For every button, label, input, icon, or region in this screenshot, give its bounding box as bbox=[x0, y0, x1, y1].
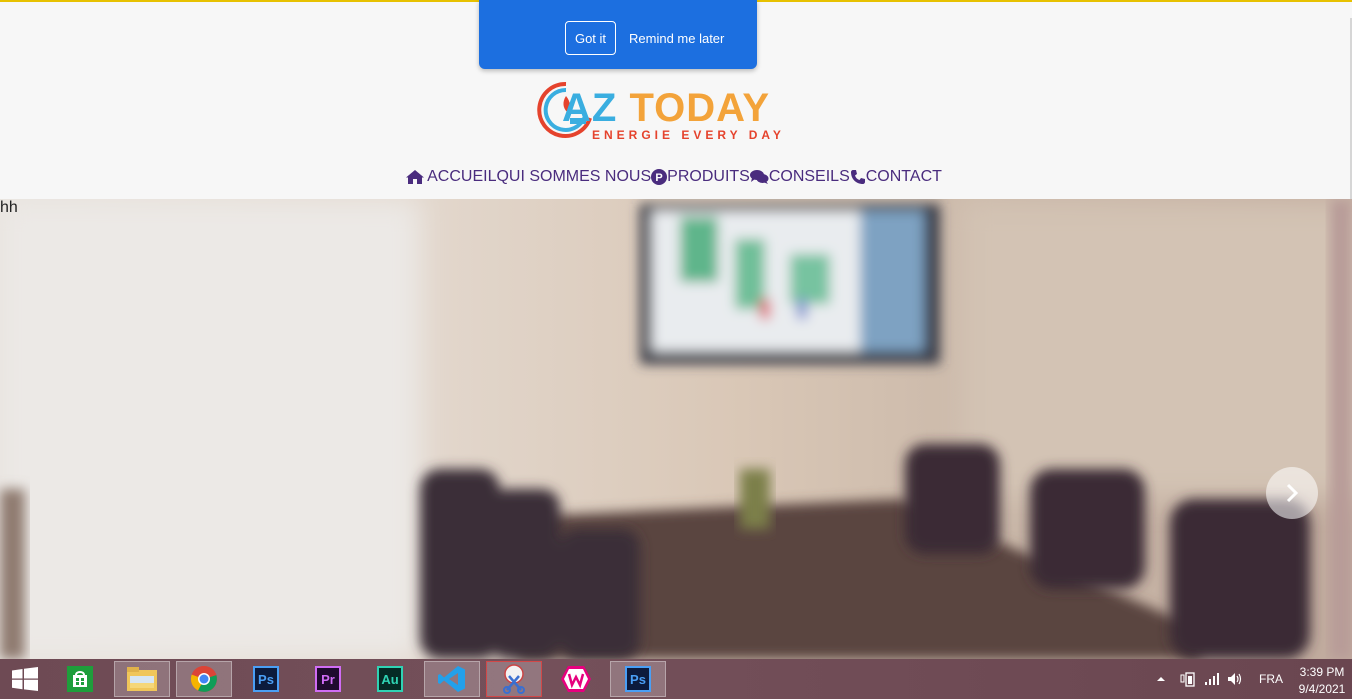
nav-item-accueil[interactable]: ACCUEIL bbox=[405, 168, 496, 186]
windows-logo-icon bbox=[12, 667, 38, 691]
battery-tray[interactable] bbox=[1180, 659, 1196, 699]
premiere-icon: Pr bbox=[315, 666, 341, 692]
got-it-button[interactable]: Got it bbox=[565, 21, 616, 55]
comments-icon bbox=[749, 170, 769, 184]
nav-item-label: CONSEILS bbox=[768, 168, 850, 185]
photoshop-icon: Ps bbox=[253, 666, 279, 692]
taskbar-photoshop[interactable]: Ps bbox=[238, 661, 294, 697]
vscode-icon bbox=[438, 666, 465, 692]
nav-item-qui-sommes-nous[interactable]: QUI SOMMES NOUS bbox=[496, 168, 651, 186]
language-indicator[interactable]: FRA bbox=[1259, 659, 1283, 699]
taskbar-file-explorer[interactable] bbox=[114, 661, 170, 697]
nav-item-label: QUI SOMMES NOUS bbox=[496, 168, 652, 185]
network-tray[interactable] bbox=[1204, 659, 1220, 699]
logo-tagline: ENERGIE EVERY DAY bbox=[592, 128, 785, 142]
logo-text-today: TODAY bbox=[629, 86, 771, 130]
folder-icon bbox=[127, 667, 157, 691]
notification-banner: Got it Remind me later bbox=[479, 0, 757, 69]
chrome-icon bbox=[190, 665, 217, 692]
svg-text:P: P bbox=[655, 172, 662, 184]
nav-item-contact[interactable]: CONTACT bbox=[850, 168, 942, 186]
start-button[interactable] bbox=[0, 661, 50, 697]
chevron-right-icon bbox=[1286, 483, 1299, 503]
taskbar-clock[interactable]: 3:39 PM 9/4/2021 bbox=[1296, 664, 1348, 698]
taskbar-chrome[interactable] bbox=[176, 661, 232, 697]
taskbar-photoshop-2[interactable]: Ps bbox=[610, 661, 666, 697]
main-nav: ACCUEIL QUI SOMMES NOUS P PRODUITS CONSE… bbox=[0, 168, 1352, 186]
signal-icon bbox=[1205, 673, 1219, 685]
logo-text-az: AZ bbox=[562, 86, 618, 130]
taskbar-vscode[interactable] bbox=[424, 661, 480, 697]
battery-icon bbox=[1180, 672, 1195, 687]
clock-time: 3:39 PM bbox=[1299, 665, 1345, 679]
windows-taskbar: Ps Pr Au Ps FRA bbox=[0, 659, 1352, 699]
taskbar-snipping-tool[interactable] bbox=[486, 661, 542, 697]
speaker-icon bbox=[1228, 673, 1242, 685]
taskbar-wamp[interactable] bbox=[548, 661, 604, 697]
taskbar-audition[interactable]: Au bbox=[362, 661, 418, 697]
store-icon bbox=[67, 666, 93, 692]
remind-me-later-button[interactable]: Remind me later bbox=[629, 21, 724, 55]
nav-item-conseils[interactable]: CONSEILS bbox=[749, 168, 850, 186]
scissors-icon bbox=[503, 664, 525, 694]
photoshop-icon: Ps bbox=[625, 666, 651, 692]
wamp-icon bbox=[561, 666, 591, 692]
taskbar-store[interactable] bbox=[52, 661, 108, 697]
nav-item-label: PRODUITS bbox=[667, 168, 750, 185]
hero-slider bbox=[0, 199, 1352, 659]
phone-icon bbox=[850, 170, 865, 184]
taskbar-premiere[interactable]: Pr bbox=[300, 661, 356, 697]
nav-item-produits[interactable]: P PRODUITS bbox=[651, 168, 750, 186]
volume-tray[interactable] bbox=[1227, 659, 1243, 699]
audition-icon: Au bbox=[377, 666, 403, 692]
hero-blurred-image bbox=[0, 199, 1352, 659]
logo-wordmark: AZ TODAY bbox=[562, 88, 770, 128]
clock-date: 9/4/2021 bbox=[1298, 682, 1346, 696]
slider-next-button[interactable] bbox=[1266, 467, 1318, 519]
home-icon bbox=[406, 170, 425, 184]
p-circle-icon: P bbox=[651, 169, 668, 185]
site-logo[interactable]: AZ TODAY ENERGIE EVERY DAY bbox=[536, 78, 816, 144]
stray-text: hh bbox=[0, 199, 18, 216]
nav-item-label: CONTACT bbox=[865, 168, 942, 185]
nav-item-label: ACCUEIL bbox=[427, 168, 497, 185]
show-hidden-icons-button[interactable] bbox=[1156, 659, 1166, 699]
chevron-up-icon bbox=[1157, 677, 1165, 681]
